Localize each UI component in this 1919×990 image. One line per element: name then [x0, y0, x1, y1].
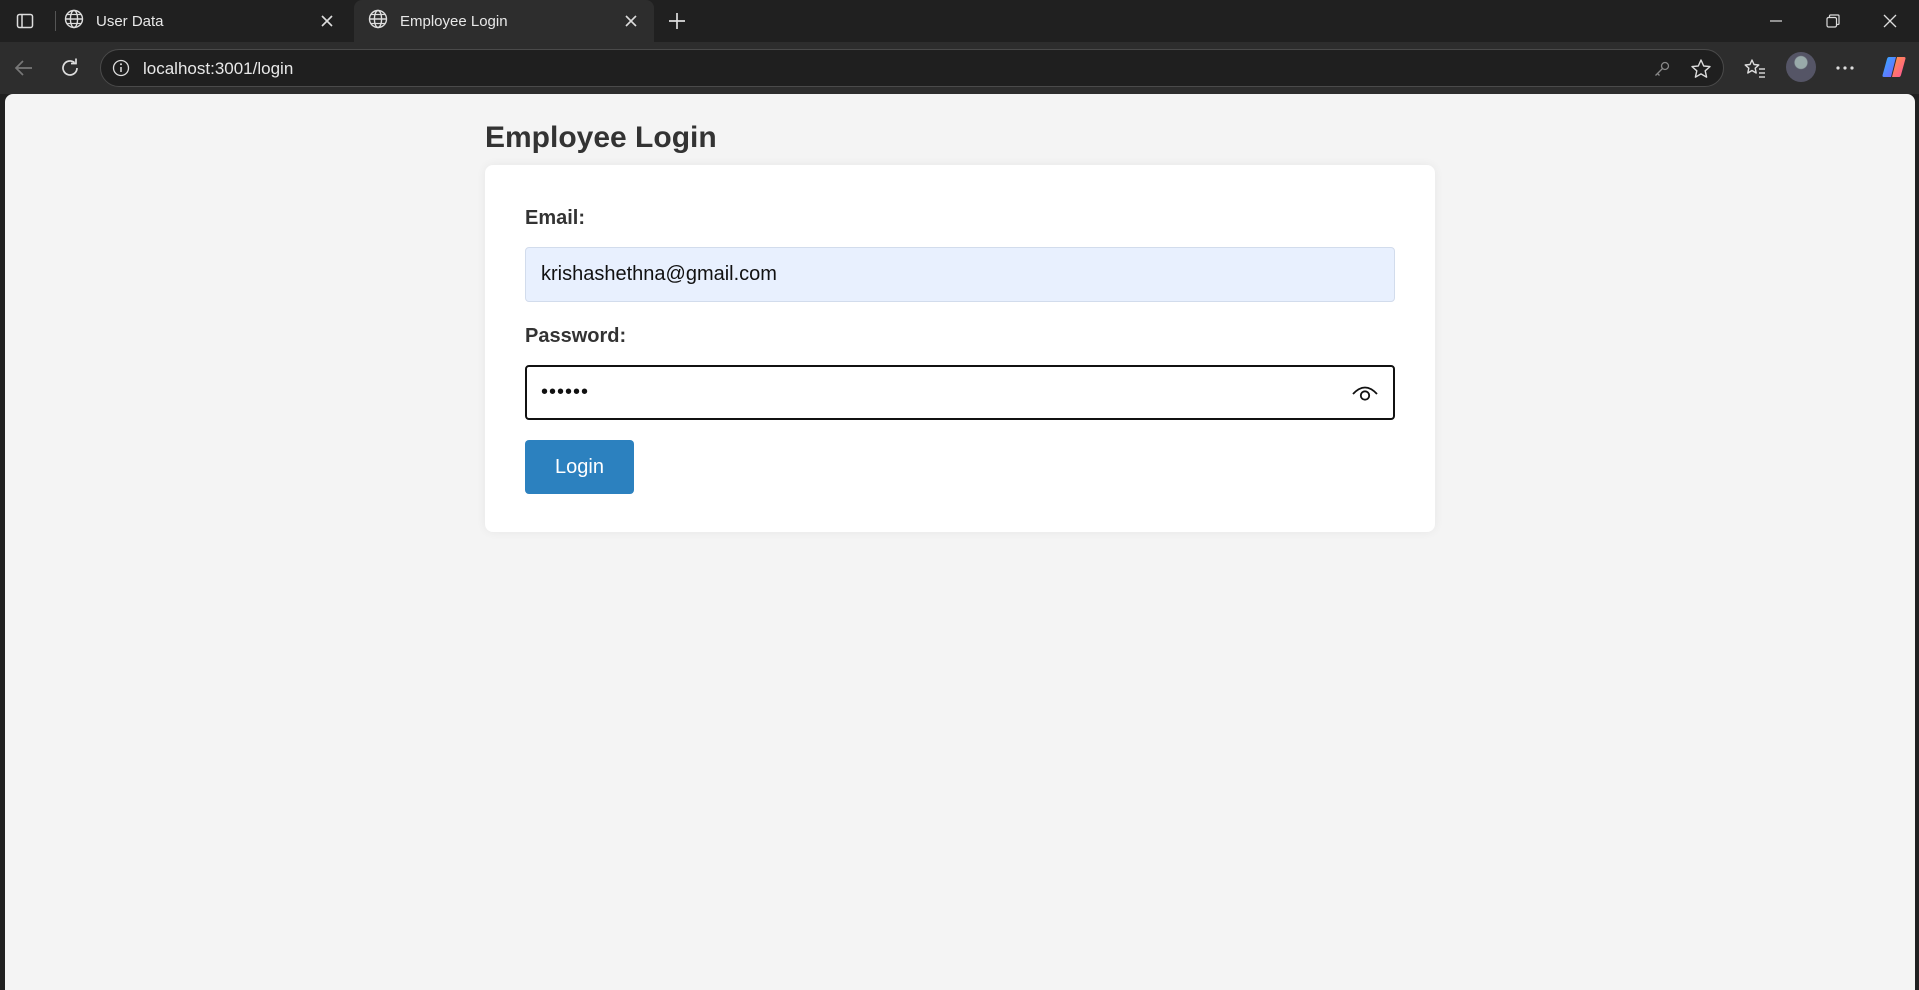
key-icon[interactable] [1651, 58, 1673, 80]
address-url[interactable]: localhost:3001/login [143, 59, 293, 79]
tab-employee-login[interactable]: Employee Login [354, 0, 654, 42]
minimize-icon[interactable] [1748, 0, 1804, 42]
tab-strip: User Data Employee Login [0, 0, 1919, 42]
password-field[interactable]: •••••• [525, 365, 1395, 420]
email-value: krishashethna@gmail.com [541, 263, 777, 285]
page-viewport: Employee Login Email: krishashethna@gmai… [5, 94, 1915, 990]
info-icon[interactable] [111, 58, 131, 78]
email-field[interactable]: krishashethna@gmail.com [525, 247, 1395, 302]
globe-icon [368, 9, 388, 33]
password-label: Password: [525, 325, 627, 347]
tab-user-data[interactable]: User Data [50, 0, 350, 42]
favorites-icon[interactable] [1740, 53, 1770, 83]
restore-icon[interactable] [1805, 0, 1861, 42]
more-options-icon[interactable] [1830, 53, 1860, 83]
window-close-icon[interactable] [1862, 0, 1918, 42]
email-label: Email: [525, 207, 586, 229]
globe-icon [64, 9, 84, 33]
profile-avatar[interactable] [1786, 52, 1816, 82]
eye-icon[interactable] [1351, 381, 1379, 405]
tab-title: User Data [96, 12, 164, 30]
login-button[interactable]: Login [525, 440, 634, 494]
copilot-icon[interactable] [1880, 53, 1908, 81]
browser-toolbar: localhost:3001/login [0, 42, 1919, 94]
page-title: Employee Login [485, 121, 717, 154]
login-card: Email: krishashethna@gmail.com Password:… [485, 165, 1435, 532]
close-icon[interactable] [620, 10, 642, 32]
tab-title: Employee Login [400, 12, 508, 30]
tab-actions-icon[interactable] [10, 8, 40, 34]
close-icon[interactable] [316, 10, 338, 32]
password-value: •••••• [541, 381, 590, 403]
refresh-icon[interactable] [55, 53, 85, 83]
address-bar[interactable]: localhost:3001/login [100, 49, 1724, 87]
back-arrow-icon[interactable] [9, 53, 39, 83]
new-tab-plus-icon[interactable] [664, 8, 690, 34]
favorite-star-icon[interactable] [1689, 57, 1713, 81]
